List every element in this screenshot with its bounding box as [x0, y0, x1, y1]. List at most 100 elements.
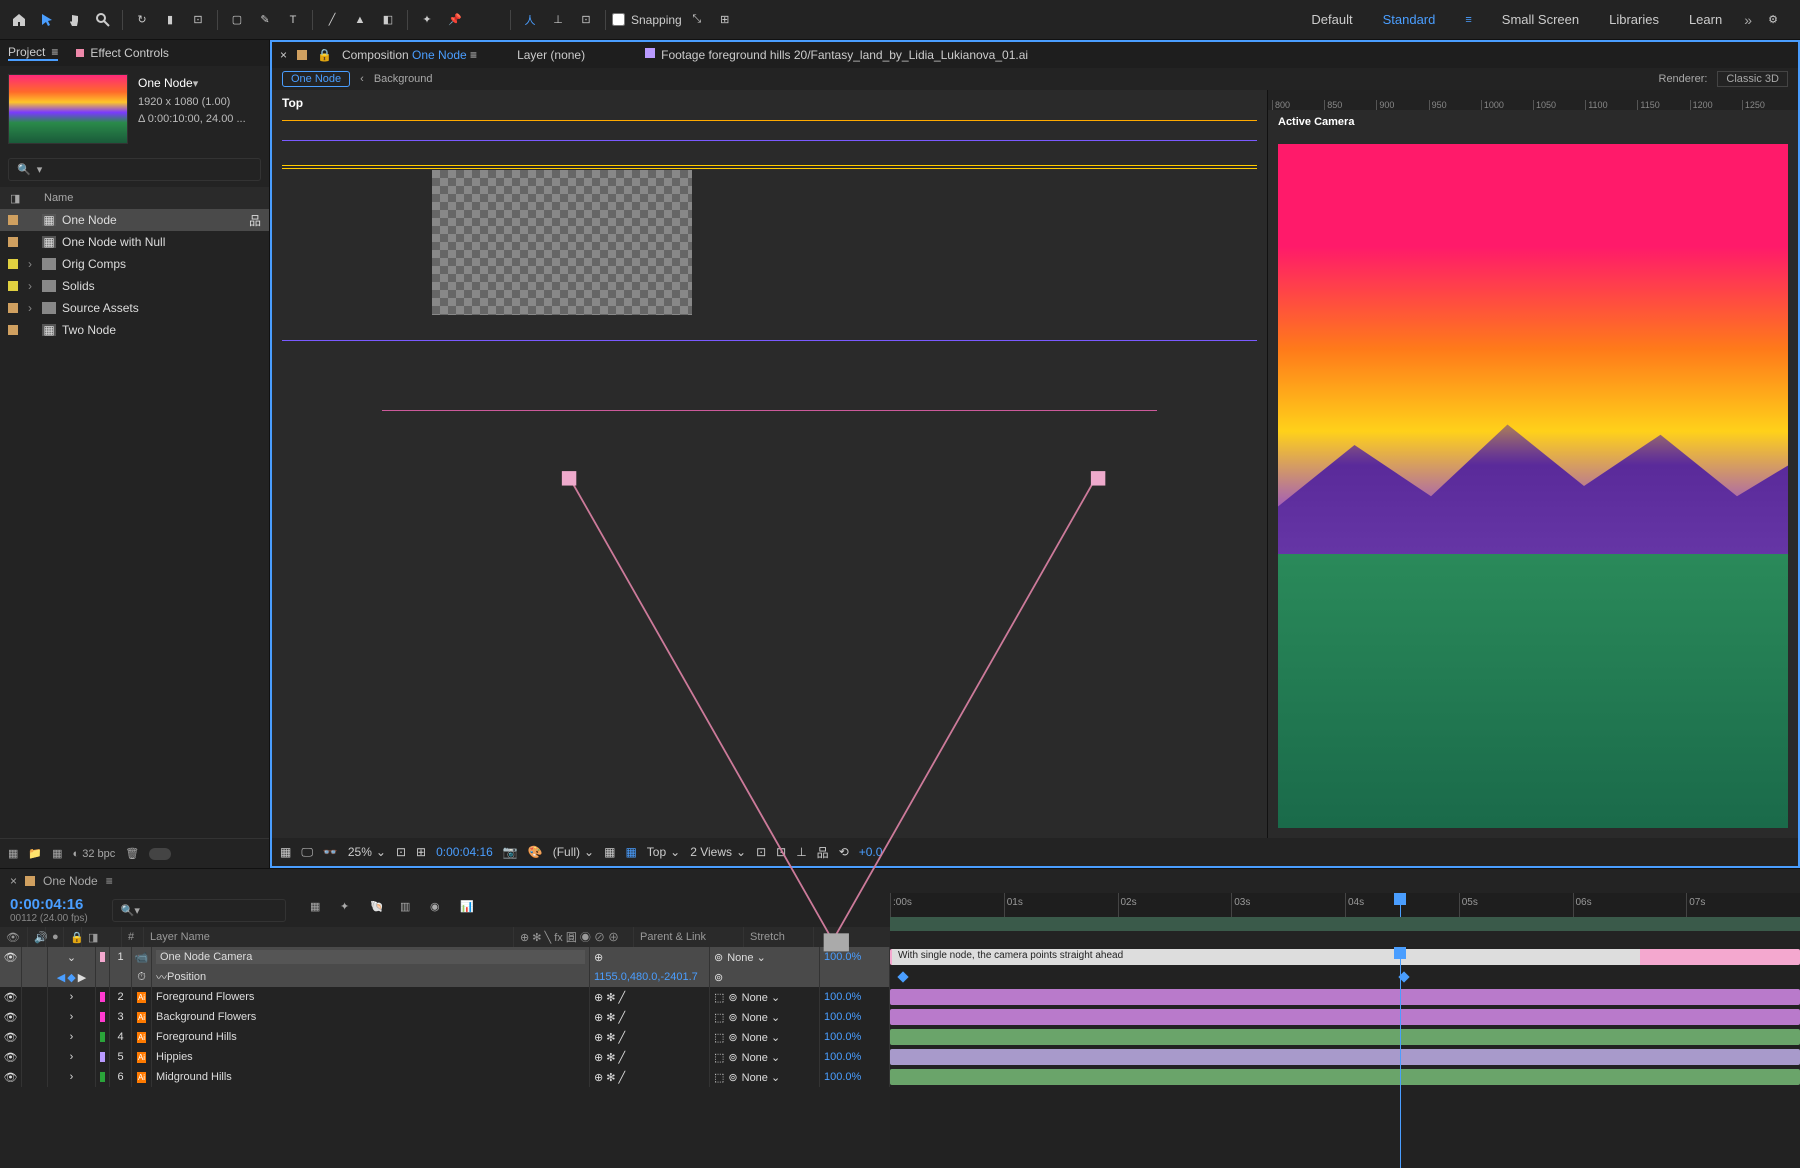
tab-layer[interactable]: Layer (none): [517, 48, 585, 62]
parent-dropdown[interactable]: None ⌄: [742, 991, 781, 1004]
fast-preview-icon[interactable]: ⊡: [776, 845, 786, 859]
viewer-active-camera[interactable]: 800850900950100010501100115012001250 Act…: [1268, 90, 1798, 838]
playhead-line[interactable]: [1400, 947, 1401, 1168]
parent-dropdown[interactable]: None ⌄: [742, 1011, 781, 1024]
layer-row[interactable]: 👁 › 4 Ai Foreground Hills ⊕ ✻ ╱ ⬚ ⊚ None…: [0, 1027, 890, 1047]
snapping-checkbox[interactable]: [612, 13, 625, 26]
brush-tool-icon[interactable]: ╱: [319, 7, 345, 33]
graph-icon[interactable]: 〰: [156, 969, 167, 985]
shy-icon[interactable]: 🐚: [370, 900, 390, 920]
search-dropdown-icon[interactable]: ▾: [37, 163, 43, 176]
rectangle-tool-icon[interactable]: ▢: [224, 7, 250, 33]
tab-project[interactable]: Project ≡: [8, 45, 58, 61]
ws-default[interactable]: Default: [1311, 12, 1352, 27]
project-item[interactable]: ›Orig Comps: [0, 253, 269, 275]
transparency-icon[interactable]: ▦: [604, 845, 615, 859]
pan-behind-tool-icon[interactable]: ⊡: [185, 7, 211, 33]
col-visibility[interactable]: 👁: [0, 927, 28, 947]
alpha-icon[interactable]: ▦: [280, 845, 291, 859]
new-comp-icon[interactable]: ▦: [52, 847, 62, 860]
tl-tab[interactable]: One Node: [43, 874, 98, 888]
layer-row[interactable]: 👁 › 5 Ai Hippies ⊕ ✻ ╱ ⬚ ⊚ None ⌄ 100.0%: [0, 1047, 890, 1067]
parent-dropdown[interactable]: None ⌄: [742, 1051, 781, 1064]
pickwhip-icon[interactable]: ⊚: [714, 951, 723, 964]
crumb-back[interactable]: Background: [374, 73, 433, 85]
col-layer-name[interactable]: Layer Name: [144, 927, 514, 947]
draft3d-icon[interactable]: ▦: [625, 845, 636, 859]
playhead[interactable]: [1400, 893, 1401, 917]
timeline-icon[interactable]: ⊥: [796, 845, 806, 859]
timeline-ruler[interactable]: :00s01s02s03s04s05s06s07s: [890, 893, 1800, 917]
eye-icon[interactable]: 👁: [4, 1031, 18, 1044]
reset-exposure-icon[interactable]: ⟲: [839, 845, 849, 859]
trash-icon[interactable]: 🗑: [125, 847, 139, 860]
resolution-dropdown[interactable]: (Full) ⌄: [553, 845, 594, 859]
ws-libraries[interactable]: Libraries: [1609, 12, 1659, 27]
world-axis-icon[interactable]: ⊥: [545, 7, 571, 33]
crumb-back-icon[interactable]: ‹: [360, 73, 364, 85]
project-search[interactable]: 🔍▾: [8, 158, 261, 181]
tab-composition[interactable]: Composition One Node ≡: [342, 48, 477, 62]
tab-effect-controls[interactable]: Effect Controls: [76, 46, 168, 60]
type-tool-icon[interactable]: T: [280, 7, 306, 33]
project-item[interactable]: ›Solids: [0, 275, 269, 297]
pickwhip-icon[interactable]: ⊚: [728, 1071, 737, 1084]
roi-icon[interactable]: ⊡: [396, 845, 406, 859]
renderer-dropdown[interactable]: Classic 3D: [1717, 71, 1788, 87]
orbit-tool-icon[interactable]: ↻: [129, 7, 155, 33]
selection-tool-icon[interactable]: [34, 7, 60, 33]
overflow-icon[interactable]: »: [1744, 12, 1752, 28]
bpc-toggle[interactable]: ◐ 32 bpc: [73, 848, 116, 860]
timeline-tracks[interactable]: With single node, the camera points stra…: [890, 947, 1800, 1168]
snap-grid-icon[interactable]: ⊞: [712, 7, 738, 33]
hand-tool-icon[interactable]: [62, 7, 88, 33]
flowchart-icon[interactable]: 品: [817, 844, 829, 861]
ws-learn[interactable]: Learn: [1689, 12, 1722, 27]
ws-menu-icon[interactable]: ≡: [1465, 14, 1471, 26]
tl-menu-icon[interactable]: ≡: [106, 874, 113, 888]
col-audio[interactable]: 🔊: [28, 927, 46, 947]
pixel-aspect-icon[interactable]: ⊡: [756, 845, 766, 859]
views-dropdown[interactable]: 2 Views ⌄: [690, 845, 746, 859]
cube-icon[interactable]: ⬚: [714, 1051, 724, 1064]
roto-tool-icon[interactable]: ✦: [414, 7, 440, 33]
pickwhip-icon[interactable]: ⊚: [714, 971, 723, 984]
prev-kf-icon[interactable]: ◀: [57, 971, 65, 984]
col-lock[interactable]: 🔒: [64, 927, 82, 947]
snap-edge-icon[interactable]: ⤡: [684, 7, 710, 33]
3d-icon[interactable]: 👓: [323, 845, 338, 859]
ws-small[interactable]: Small Screen: [1502, 12, 1579, 27]
layer-row[interactable]: 👁 ⌄ 1 📹 One Node Camera ⊕ ⊚ None ⌄ 100.0…: [0, 947, 890, 967]
lock-icon[interactable]: 🔒: [317, 48, 332, 62]
eraser-tool-icon[interactable]: ◧: [375, 7, 401, 33]
layer-row[interactable]: 👁 › 3 Ai Background Flowers ⊕ ✻ ╱ ⬚ ⊚ No…: [0, 1007, 890, 1027]
marker-comment[interactable]: With single node, the camera points stra…: [892, 949, 1640, 965]
layer-row[interactable]: 👁 › 2 Ai Foreground Flowers ⊕ ✻ ╱ ⬚ ⊚ No…: [0, 987, 890, 1007]
close-tab-icon[interactable]: ×: [280, 48, 287, 62]
motion-blur-icon[interactable]: ◉: [430, 900, 450, 920]
work-area-bar[interactable]: [890, 917, 1800, 931]
eye-icon[interactable]: 👁: [4, 991, 18, 1004]
col-label[interactable]: ◨: [82, 927, 122, 947]
pickwhip-icon[interactable]: ⊚: [728, 1031, 737, 1044]
toggle-switch[interactable]: [149, 848, 171, 860]
timecode[interactable]: 0:00:04:16: [10, 896, 88, 913]
col-solo[interactable]: ●: [46, 927, 64, 947]
zoom-dropdown[interactable]: 25% ⌄: [348, 845, 386, 859]
crumb-current[interactable]: One Node: [282, 71, 350, 87]
mask-icon[interactable]: 🖵: [301, 845, 313, 860]
layer-row[interactable]: 👁 › 6 Ai Midground Hills ⊕ ✻ ╱ ⬚ ⊚ None …: [0, 1067, 890, 1087]
pickwhip-icon[interactable]: ⊚: [728, 1011, 737, 1024]
draft3d-icon[interactable]: ✦: [340, 900, 360, 920]
view-dropdown[interactable]: Top ⌄: [647, 845, 680, 859]
eye-icon[interactable]: 👁: [4, 951, 18, 964]
property-row[interactable]: ◀◆▶ ⏱ 〰 Position 1155.0,480.0,-2401.7 ⊚: [0, 967, 890, 987]
cube-icon[interactable]: ⬚: [714, 1071, 724, 1084]
project-item[interactable]: ▦One Node with Null: [0, 231, 269, 253]
camera-tool-icon[interactable]: ▮: [157, 7, 183, 33]
viewer-top[interactable]: Top: [272, 90, 1268, 838]
view-axis-icon[interactable]: ⊡: [573, 7, 599, 33]
parent-dropdown[interactable]: None ⌄: [742, 1031, 781, 1044]
parent-dropdown[interactable]: None ⌄: [727, 951, 766, 964]
col-stretch[interactable]: Stretch: [744, 927, 814, 947]
